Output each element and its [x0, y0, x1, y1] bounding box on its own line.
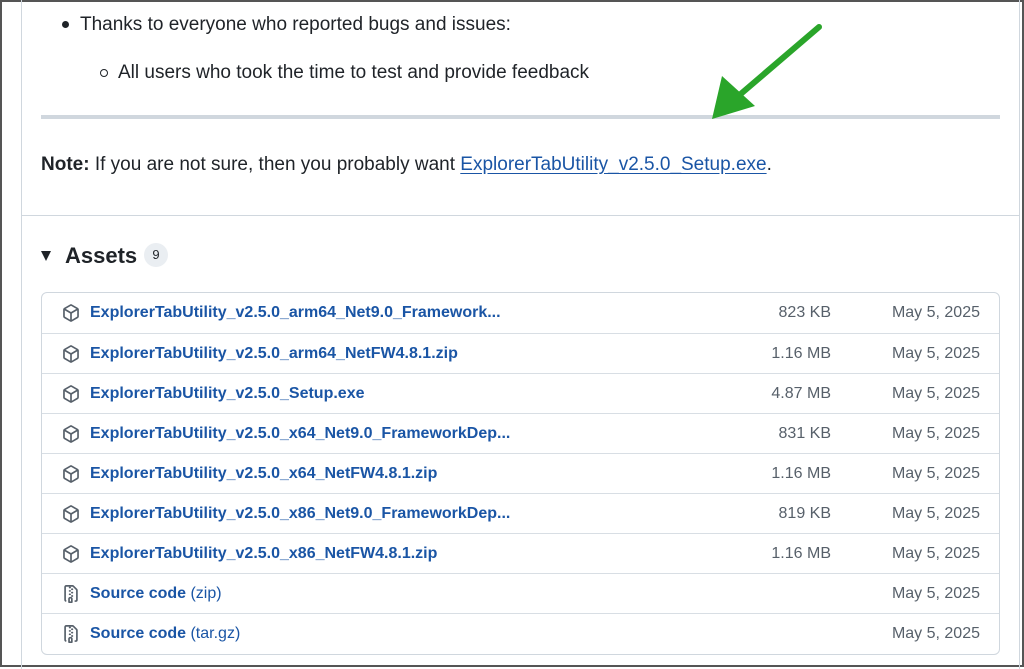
package-icon [62, 425, 80, 443]
note-text: If you are not sure, then you probably w… [89, 154, 461, 175]
package-icon [62, 304, 80, 322]
bullet-circle [100, 69, 108, 77]
asset-size: 819 KB [778, 505, 831, 522]
asset-name: ExplorerTabUtility_v2.5.0_x64_Net9.0_Fra… [90, 425, 511, 442]
asset-row: Source code (tar.gz) May 5, 2025 [42, 613, 999, 653]
asset-date: May 5, 2025 [891, 585, 980, 602]
asset-row: ExplorerTabUtility_v2.5.0_x64_Net9.0_Fra… [42, 413, 999, 453]
asset-row: ExplorerTabUtility_v2.5.0_x86_NetFW4.8.1… [42, 533, 999, 573]
asset-row: ExplorerTabUtility_v2.5.0_Setup.exe 4.87 … [42, 373, 999, 413]
asset-link[interactable]: ExplorerTabUtility_v2.5.0_arm64_NetFW4.8… [90, 334, 458, 374]
asset-name: ExplorerTabUtility_v2.5.0_x64_NetFW4.8.1… [90, 465, 438, 482]
asset-format: (zip) [186, 585, 222, 602]
asset-date: May 5, 2025 [891, 545, 980, 562]
asset-link[interactable]: Source code (zip) [90, 574, 222, 614]
setup-exe-link[interactable]: ExplorerTabUtility_v2.5.0_Setup.exe [460, 154, 766, 175]
asset-date: May 5, 2025 [891, 345, 980, 362]
asset-link[interactable]: ExplorerTabUtility_v2.5.0_Setup.exe [90, 374, 364, 414]
assets-title: Assets [65, 243, 138, 268]
package-icon [62, 345, 80, 363]
asset-link[interactable]: ExplorerTabUtility_v2.5.0_x86_Net9.0_Fra… [90, 494, 510, 534]
bullet-dot [62, 21, 69, 28]
asset-row: ExplorerTabUtility_v2.5.0_arm64_Net9.0_F… [42, 293, 999, 333]
sub-list-item-text: All users who took the time to test and … [118, 62, 590, 83]
asset-size: 1.16 MB [771, 465, 831, 482]
asset-size: 1.16 MB [771, 545, 831, 562]
asset-date: May 5, 2025 [891, 304, 980, 321]
asset-date: May 5, 2025 [891, 425, 980, 442]
asset-date: May 5, 2025 [891, 465, 980, 482]
asset-link[interactable]: ExplorerTabUtility_v2.5.0_x64_Net9.0_Fra… [90, 414, 510, 454]
file-zip-icon [62, 585, 80, 603]
list-item-text: Thanks to everyone who reported bugs and… [80, 14, 511, 35]
asset-size: 831 KB [778, 425, 831, 442]
asset-format: (tar.gz) [186, 625, 241, 642]
file-zip-icon [62, 625, 80, 643]
asset-size: 4.87 MB [771, 385, 831, 402]
caret-down-icon[interactable] [41, 251, 51, 261]
asset-link[interactable]: ExplorerTabUtility_v2.5.0_x86_NetFW4.8.1… [90, 534, 437, 574]
package-icon [62, 385, 80, 403]
asset-date: May 5, 2025 [891, 625, 980, 642]
asset-link[interactable]: ExplorerTabUtility_v2.5.0_arm64_Net9.0_F… [90, 293, 501, 333]
asset-row: Source code (zip) May 5, 2025 [42, 573, 999, 613]
horizontal-rule [41, 115, 1000, 119]
asset-list: ExplorerTabUtility_v2.5.0_arm64_Net9.0_F… [41, 292, 1000, 655]
asset-row: ExplorerTabUtility_v2.5.0_x86_Net9.0_Fra… [42, 493, 999, 533]
asset-name: ExplorerTabUtility_v2.5.0_x86_NetFW4.8.1… [90, 545, 438, 562]
asset-name: ExplorerTabUtility_v2.5.0_arm64_Net9.0_F… [90, 304, 501, 321]
package-icon [62, 545, 80, 563]
asset-name: ExplorerTabUtility_v2.5.0_arm64_NetFW4.8… [90, 345, 458, 362]
section-divider [21, 215, 1020, 216]
asset-size: 823 KB [778, 304, 831, 321]
package-icon [62, 465, 80, 483]
package-icon [62, 505, 80, 523]
asset-row: ExplorerTabUtility_v2.5.0_arm64_NetFW4.8… [42, 333, 999, 373]
asset-link[interactable]: Source code (tar.gz) [90, 614, 240, 654]
note-paragraph: Note: If you are not sure, then you prob… [41, 153, 772, 177]
asset-name: ExplorerTabUtility_v2.5.0_x86_Net9.0_Fra… [90, 505, 511, 522]
green-arrow-annotation [712, 24, 822, 119]
asset-name: Source code [90, 585, 187, 602]
note-label: Note: [41, 154, 90, 175]
asset-link[interactable]: ExplorerTabUtility_v2.5.0_x64_NetFW4.8.1… [90, 454, 437, 494]
asset-name: Source code [90, 625, 187, 642]
asset-row: ExplorerTabUtility_v2.5.0_x64_NetFW4.8.1… [42, 453, 999, 493]
asset-date: May 5, 2025 [891, 385, 980, 402]
asset-name: ExplorerTabUtility_v2.5.0_Setup.exe [90, 385, 365, 402]
note-period: . [766, 154, 772, 175]
asset-date: May 5, 2025 [891, 505, 980, 522]
asset-size: 1.16 MB [771, 345, 831, 362]
assets-count-badge: 9 [144, 243, 168, 267]
